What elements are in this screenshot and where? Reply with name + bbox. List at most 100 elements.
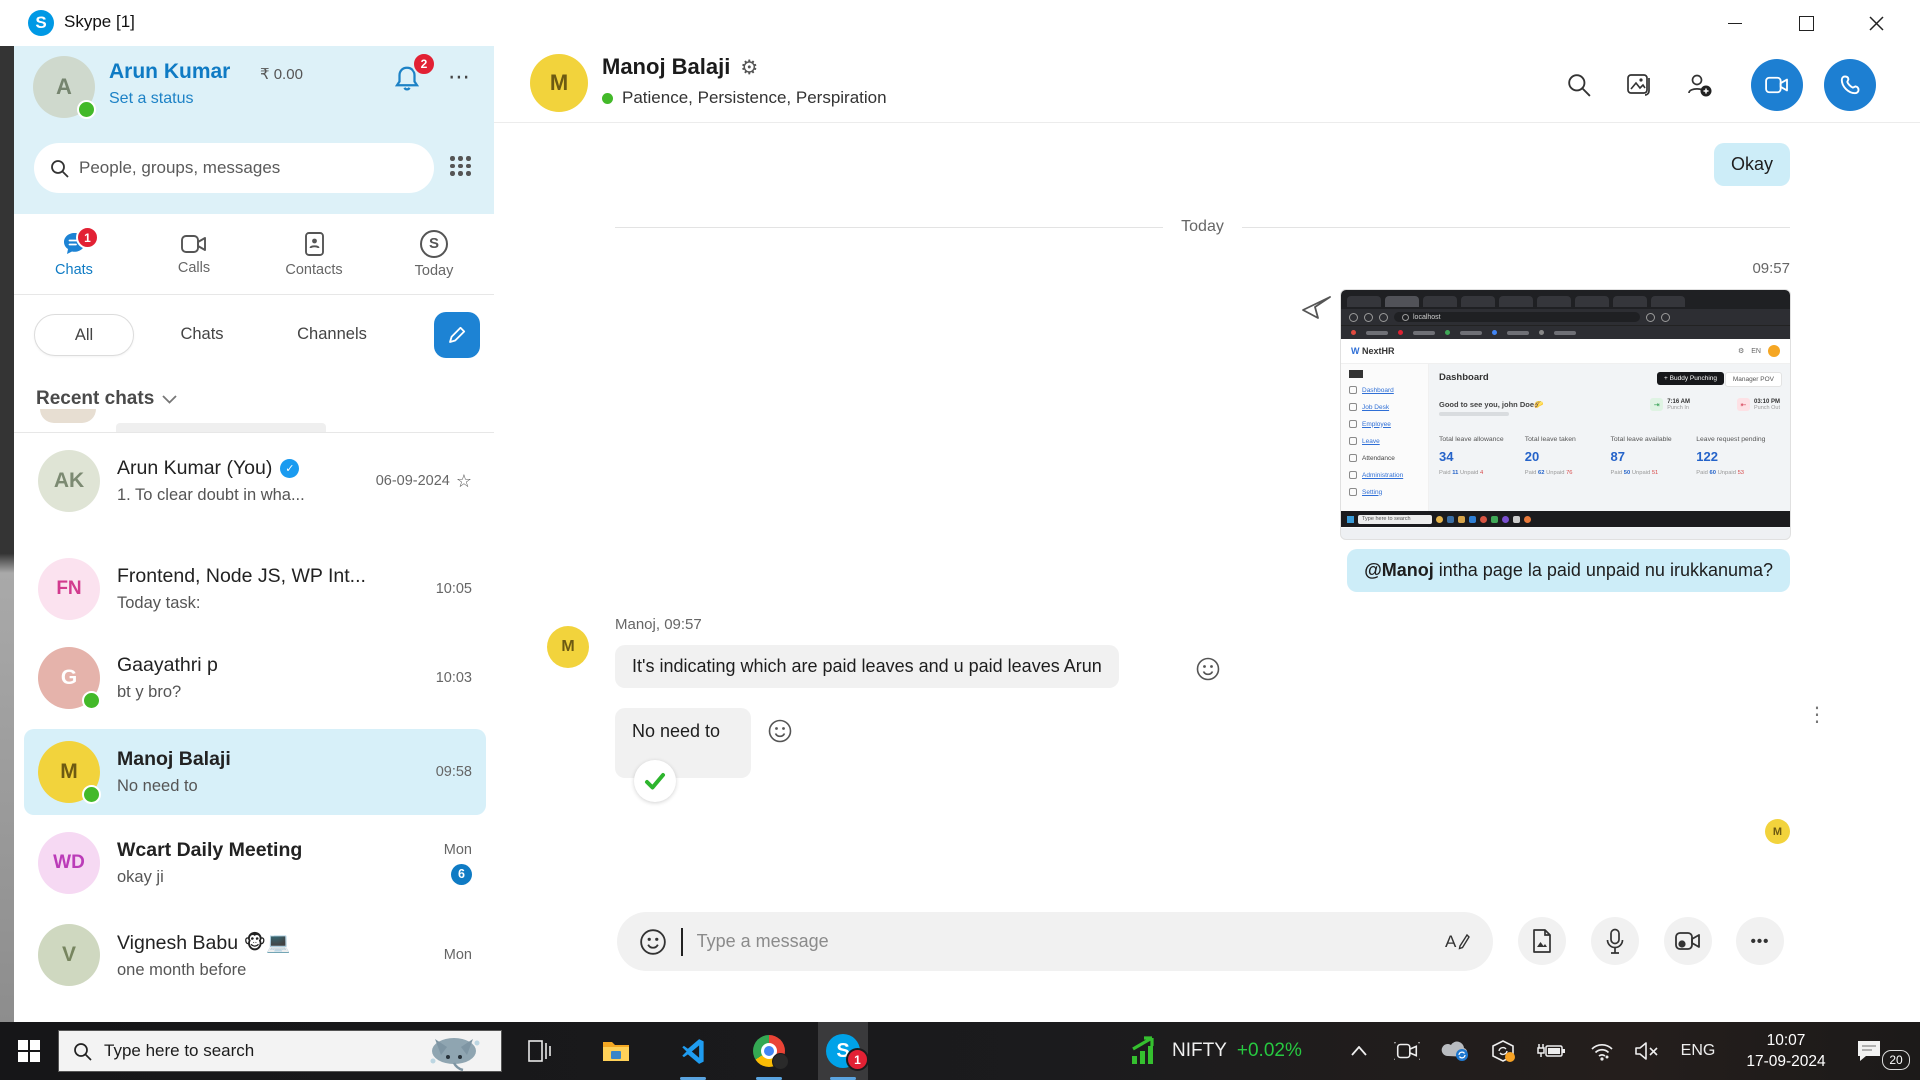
- microphone-icon: [1605, 928, 1625, 955]
- new-chat-button[interactable]: [434, 312, 480, 358]
- message-options-kebab[interactable]: ⋮: [1807, 702, 1827, 727]
- filter-all[interactable]: All: [34, 314, 134, 356]
- incoming-message-1[interactable]: It's indicating which are paid leaves an…: [615, 645, 1119, 688]
- more-options-button[interactable]: •••: [1736, 917, 1784, 965]
- favorite-star-icon[interactable]: ☆: [456, 471, 472, 492]
- meet-now-camera-icon: [1394, 1040, 1420, 1062]
- video-message-button[interactable]: [1664, 917, 1712, 965]
- minimize-button[interactable]: [1706, 0, 1764, 46]
- conversation-header[interactable]: M Manoj Balaji ⚙ Patience, Persistence, …: [494, 46, 1920, 123]
- profile-more-menu[interactable]: ⋯: [448, 64, 471, 90]
- outgoing-message-caption[interactable]: @Manoj intha page la paid unpaid nu iruk…: [1347, 549, 1790, 592]
- chat-list-item-arun-you[interactable]: AK Arun Kumar (You) ✓ 1. To clear doubt …: [24, 438, 486, 524]
- chat-name: Arun Kumar (You): [117, 457, 272, 480]
- chat-preview: 1. To clear doubt in wha...: [117, 486, 359, 505]
- dialpad-icon[interactable]: [450, 156, 471, 176]
- conversation-settings-gear-icon[interactable]: ⚙: [740, 55, 758, 80]
- message-input[interactable]: Type a message A: [617, 912, 1493, 971]
- message-timestamp: 09:57: [1752, 260, 1790, 277]
- mention[interactable]: @Manoj: [1364, 560, 1434, 580]
- search-highlight-stingray-image[interactable]: [421, 1031, 487, 1071]
- recent-chats-header[interactable]: Recent chats: [36, 388, 177, 410]
- formatting-icon[interactable]: A: [1443, 929, 1471, 955]
- audio-call-button[interactable]: [1824, 59, 1876, 111]
- chat-list-item-gaayathri[interactable]: G Gaayathri p bt y bro? 10:03: [24, 635, 486, 721]
- taskbar-clock[interactable]: 10:07 17-09-2024: [1738, 1030, 1834, 1072]
- avatar: [1768, 345, 1780, 357]
- taskbar-search-input[interactable]: Type here to search: [58, 1030, 502, 1072]
- phone-icon: [1838, 73, 1862, 97]
- tab-calls[interactable]: Calls: [134, 214, 254, 294]
- chat-list-item-wcart[interactable]: WD Wcart Daily Meeting okay ji Mon 6: [24, 820, 486, 906]
- close-icon: [1869, 16, 1884, 31]
- battery-tray-icon[interactable]: [1530, 1022, 1572, 1080]
- avatar[interactable]: A: [33, 56, 95, 118]
- outgoing-message-okay[interactable]: Okay: [1714, 143, 1790, 186]
- search-conversation-button[interactable]: [1562, 68, 1596, 102]
- add-reaction-smiley-icon[interactable]: [767, 718, 793, 744]
- chat-list-item-vignesh[interactable]: V Vignesh Babu 🐵💻 one month before Mon: [24, 912, 486, 998]
- profile-name[interactable]: Arun Kumar: [109, 60, 230, 84]
- green-check-icon: [643, 769, 667, 793]
- chat-name: Vignesh Babu 🐵💻: [117, 931, 290, 955]
- gallery-button[interactable]: [1622, 68, 1656, 102]
- tab-chats-label: Chats: [55, 262, 93, 278]
- sync-status-tray-icon[interactable]: [1482, 1022, 1524, 1080]
- chat-list-partial-item: [40, 409, 470, 432]
- chat-list-item-frontend-group[interactable]: FN Frontend, Node JS, WP Int... Today ta…: [24, 546, 486, 632]
- close-button[interactable]: [1847, 0, 1905, 46]
- send-file-button[interactable]: [1518, 917, 1566, 965]
- conversation-title: Manoj Balaji: [602, 54, 730, 80]
- avatar: G: [38, 647, 100, 709]
- incoming-message-2[interactable]: No need to: [615, 708, 751, 778]
- start-button[interactable]: [0, 1022, 58, 1080]
- emoji-picker-icon[interactable]: [639, 928, 667, 956]
- vscode-button[interactable]: [668, 1022, 718, 1080]
- filter-channels[interactable]: Channels: [272, 314, 392, 354]
- search-input[interactable]: People, groups, messages: [34, 143, 434, 193]
- language-indicator[interactable]: ENG: [1672, 1022, 1724, 1080]
- chat-list-item-manoj-selected[interactable]: M Manoj Balaji No need to 09:58: [24, 729, 486, 815]
- desktop-edge-left: [0, 46, 14, 1022]
- meet-now-button[interactable]: [1386, 1022, 1428, 1080]
- conversation-status: Patience, Persistence, Perspiration: [602, 88, 887, 108]
- onedrive-tray-icon[interactable]: [1434, 1022, 1476, 1080]
- tab-chats[interactable]: Chats 1: [14, 214, 134, 294]
- wifi-tray-icon[interactable]: [1582, 1022, 1622, 1080]
- window-title: Skype [1]: [64, 12, 135, 32]
- tab-contacts[interactable]: Contacts: [254, 214, 374, 294]
- browser-bookmarks-bar: [1341, 325, 1790, 339]
- chevron-down-icon: [162, 394, 177, 404]
- browser-tab-strip: [1341, 290, 1790, 309]
- clock-time: 10:07: [1738, 1030, 1834, 1051]
- skype-credit-balance[interactable]: ₹ 0.00: [260, 65, 303, 83]
- task-view-button[interactable]: [516, 1022, 564, 1080]
- tab-today[interactable]: S Today: [374, 214, 494, 294]
- forward-message-icon[interactable]: [1300, 292, 1334, 322]
- add-people-button[interactable]: [1682, 68, 1716, 102]
- shared-image-dashboard-screenshot[interactable]: localhost W NextHR ⚙EN Dashboard Job Des…: [1341, 290, 1790, 539]
- filter-chats[interactable]: Chats: [152, 314, 252, 354]
- contacts-icon: [303, 231, 325, 257]
- set-status-link[interactable]: Set a status: [109, 90, 194, 108]
- thumbnail-taskbar: Type here to search: [1341, 511, 1790, 527]
- avatar[interactable]: M: [547, 626, 589, 668]
- taskbar-search-placeholder: Type here to search: [104, 1041, 254, 1061]
- file-explorer-button[interactable]: [592, 1022, 640, 1080]
- chat-preview: bt y bro?: [117, 683, 419, 702]
- language-code: ENG: [1681, 1042, 1716, 1060]
- add-reaction-smiley-icon[interactable]: [1195, 656, 1221, 682]
- chat-time: Mon: [444, 947, 472, 963]
- avatar: M: [38, 741, 100, 803]
- calls-icon: [180, 233, 208, 255]
- volume-tray-icon[interactable]: [1626, 1022, 1668, 1080]
- stock-widget[interactable]: NIFTY +0.02%: [1128, 1022, 1302, 1080]
- avatar: AK: [38, 450, 100, 512]
- video-call-button[interactable]: [1751, 59, 1803, 111]
- chrome-button[interactable]: [744, 1022, 794, 1080]
- voice-message-button[interactable]: [1591, 917, 1639, 965]
- checkmark-reaction[interactable]: [634, 760, 676, 802]
- browser-address-bar: localhost: [1341, 309, 1790, 325]
- tray-expand-button[interactable]: [1338, 1022, 1380, 1080]
- maximize-button[interactable]: [1777, 0, 1835, 46]
